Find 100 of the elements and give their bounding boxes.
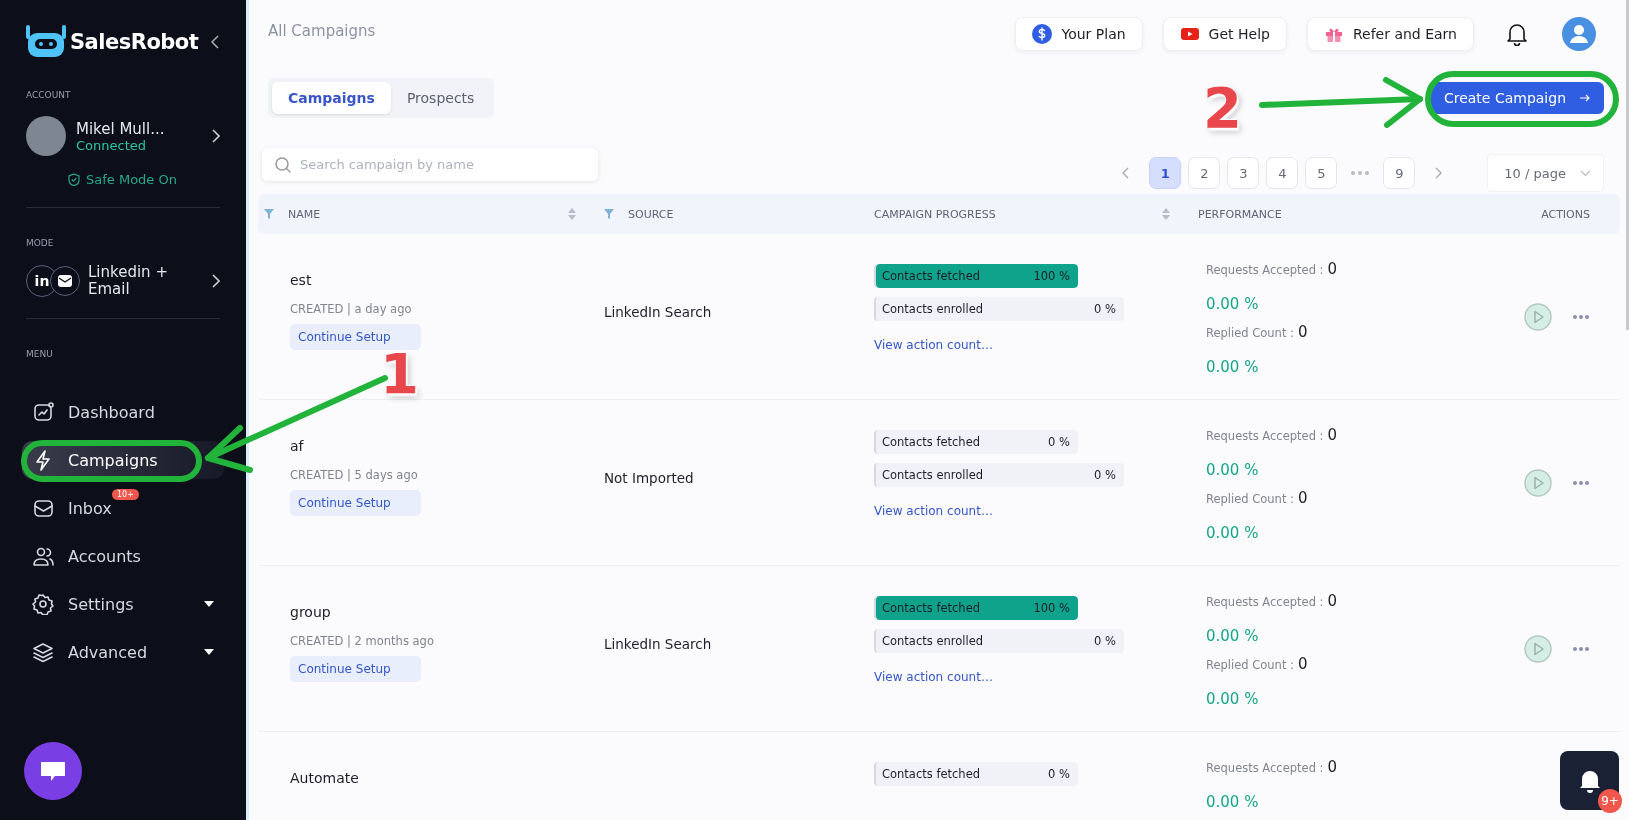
progress-label: Contacts fetched — [882, 766, 980, 783]
column-header: ACTIONS — [1541, 207, 1590, 221]
create-campaign-button[interactable]: Create Campaign — [1429, 82, 1604, 114]
page-button[interactable]: 5 — [1305, 157, 1338, 189]
metric-percentage: 0.00 % — [1206, 627, 1259, 645]
page-button[interactable]: 2 — [1188, 157, 1221, 189]
user-avatar-icon[interactable] — [1562, 17, 1596, 51]
notification-count-badge: 9+ — [1598, 789, 1622, 813]
metric-label: Replied Count : — [1206, 492, 1294, 506]
campaign-name: group — [290, 604, 331, 620]
header-button[interactable]: Refer and Earn — [1306, 17, 1474, 51]
notification-bell-icon[interactable] — [1506, 22, 1528, 46]
sort-icon[interactable] — [1162, 208, 1170, 220]
filter-icon[interactable] — [264, 209, 274, 219]
filter-icon[interactable] — [604, 209, 614, 219]
progress-label: Contacts enrolled — [882, 467, 984, 484]
created-date: CREATED | a day ago — [290, 302, 412, 316]
column-header: PERFORMANCE — [1198, 207, 1282, 221]
search-icon — [274, 156, 292, 174]
continue-setup-button[interactable]: Continue Setup — [290, 490, 421, 516]
header-button[interactable]: Get Help — [1162, 17, 1287, 51]
progress-value: 0 % — [1094, 633, 1116, 650]
page-button[interactable]: 9 — [1383, 157, 1416, 189]
settings-icon — [32, 593, 54, 615]
progress-value: 0 % — [1048, 766, 1070, 783]
metric-percentage: 0.00 % — [1206, 461, 1259, 479]
play-icon[interactable] — [1524, 468, 1552, 497]
metric-value: 0 — [1327, 592, 1337, 610]
progress-value: 0 % — [1094, 467, 1116, 484]
campaign-name: af — [290, 438, 304, 454]
chevron-down-icon — [1580, 169, 1591, 177]
avatar-placeholder — [26, 116, 66, 156]
search-field[interactable]: Search campaign by name — [262, 148, 598, 181]
metric-percentage: 0.00 % — [1206, 690, 1259, 708]
brand-name: SalesRobot — [70, 30, 199, 54]
view-action-count-link[interactable]: View action count… — [874, 670, 993, 684]
notification-button[interactable]: 9+ — [1560, 751, 1619, 810]
header-button[interactable]: Your Plan — [1015, 17, 1143, 51]
menu-item[interactable]: Dashboard — [22, 393, 224, 431]
chart-icon — [32, 401, 54, 423]
metric-label: Requests Accepted : — [1206, 429, 1324, 443]
more-pages-icon[interactable] — [1350, 170, 1371, 176]
metric-value: 0 — [1327, 758, 1337, 776]
continue-setup-button[interactable]: Continue Setup — [290, 656, 421, 682]
section-label: MENU — [26, 349, 54, 359]
metric-label: Requests Accepted : — [1206, 595, 1324, 609]
page-title: All Campaigns — [268, 22, 376, 40]
more-options-icon[interactable] — [1572, 645, 1590, 652]
view-action-count-link[interactable]: View action count… — [874, 338, 993, 352]
campaign-source: Not Imported — [604, 470, 694, 486]
chat-bubble-icon — [40, 760, 66, 782]
page-size-select[interactable]: 10 / page — [1487, 154, 1604, 192]
menu-item[interactable]: Accounts — [22, 537, 224, 575]
previous-page-icon[interactable] — [1121, 167, 1130, 179]
progress-value: 0 % — [1048, 434, 1070, 451]
column-header: CAMPAIGN PROGRESS — [874, 207, 996, 221]
page-button[interactable]: 4 — [1266, 157, 1299, 189]
menu-item[interactable]: Advanced — [22, 633, 224, 671]
section-label: MODE — [26, 238, 55, 248]
metric-percentage: 0.00 % — [1206, 358, 1259, 376]
continue-setup-button[interactable]: Continue Setup — [290, 324, 421, 350]
shield-check-icon — [68, 173, 80, 186]
play-icon[interactable] — [1524, 634, 1552, 663]
users-icon — [32, 545, 54, 567]
play-icon[interactable] — [1524, 302, 1552, 331]
campaign-source: LinkedIn Search — [604, 636, 712, 652]
mail-icon — [32, 497, 54, 519]
page-button[interactable]: 1 — [1149, 157, 1182, 189]
account-name: Mikel Mull... — [76, 119, 165, 138]
count-badge: 10+ — [112, 489, 139, 500]
robot-logo-icon — [26, 25, 66, 59]
metric-value: 0 — [1297, 655, 1308, 673]
tab[interactable]: Prospects — [390, 82, 491, 114]
mode-switcher[interactable]: in Linkedin + Email — [26, 264, 220, 298]
metric-label: Replied Count : — [1206, 658, 1294, 672]
page-button[interactable]: 3 — [1227, 157, 1260, 189]
column-header: NAME — [288, 207, 321, 221]
tab[interactable]: Campaigns — [272, 82, 391, 114]
annotation-number: 2 — [1203, 80, 1242, 136]
more-options-icon[interactable] — [1572, 313, 1590, 320]
view-action-count-link[interactable]: View action count… — [874, 504, 993, 518]
account-switcher[interactable]: Mikel Mull... Connected — [26, 116, 220, 156]
collapse-chevron-icon[interactable] — [210, 34, 220, 50]
created-date: CREATED | 5 days ago — [290, 468, 418, 482]
metric-percentage: 0.00 % — [1206, 295, 1259, 313]
mail-icon — [50, 266, 80, 296]
section-label: ACCOUNT — [26, 90, 72, 100]
progress-label: Contacts fetched — [882, 600, 980, 617]
sort-icon[interactable] — [568, 208, 576, 220]
progress-value: 100 % — [1033, 268, 1070, 285]
chat-button[interactable] — [24, 742, 82, 800]
menu-item[interactable]: Inbox 10+ — [22, 489, 224, 527]
metric-percentage: 0.00 % — [1206, 793, 1259, 811]
progress-label: Contacts fetched — [882, 434, 980, 451]
next-page-icon[interactable] — [1435, 167, 1444, 179]
more-options-icon[interactable] — [1572, 479, 1590, 486]
scrollbar[interactable] — [1626, 0, 1629, 330]
mode-label: Linkedin + Email — [88, 264, 169, 298]
menu-item[interactable]: Settings — [22, 585, 224, 623]
campaign-name: est — [290, 272, 312, 288]
